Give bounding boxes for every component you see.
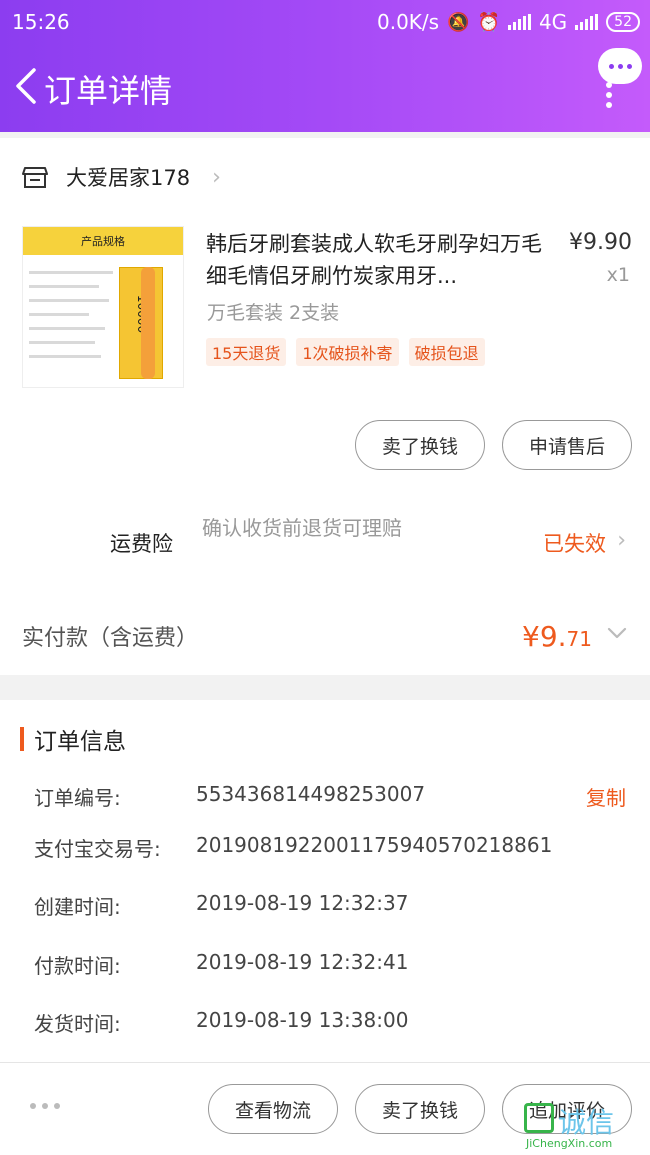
tag-damage-resend: 1次破损补寄 [296, 338, 399, 366]
insurance-desc: 确认收货前退货可理赔 [202, 516, 402, 540]
signal-icon-2 [575, 14, 599, 30]
shop-row[interactable]: 大爱居家178 › [22, 162, 221, 192]
alarm-icon: ⏰ [477, 11, 500, 33]
section-title: 订单信息 [20, 722, 126, 756]
product-image-caption: 产品规格 [81, 235, 125, 248]
alipay-number-value: 2019081922001175940570218861 [196, 833, 553, 857]
order-info-card: 订单信息 订单编号: 553436814498253007 复制 支付宝交易号:… [0, 700, 650, 1062]
insurance-status[interactable]: 已失效 [543, 528, 606, 558]
status-icons: 0.0K/s 🔕 ⏰ 4G 52 [377, 10, 640, 34]
tag-return-15d: 15天退货 [206, 338, 287, 366]
paid-amount: ¥9.71 [522, 620, 592, 653]
service-tags: 15天退货 1次破损补寄 破损包退 [206, 338, 485, 366]
watermark-text: 诚信 [558, 1106, 615, 1139]
product-spec: 万毛套装 2支装 [207, 302, 340, 324]
chevron-right-icon: › [212, 164, 221, 190]
chat-bubble-icon[interactable] [598, 48, 642, 84]
watermark-url: JiChengXin.com [526, 1137, 613, 1150]
paid-amount-cents: 71 [566, 627, 592, 651]
copy-button[interactable]: 复制 [586, 782, 626, 811]
battery-icon: 52 [606, 12, 640, 32]
status-time: 15:26 [12, 10, 70, 34]
sell-button[interactable]: 卖了换钱 [355, 420, 485, 470]
sell-button-bottom[interactable]: 卖了换钱 [355, 1084, 485, 1134]
more-actions-icon[interactable] [30, 1103, 60, 1109]
product-image[interactable]: 产品规格 10000 [22, 226, 184, 388]
paid-amount-main: ¥9. [522, 620, 567, 653]
store-icon [22, 167, 48, 188]
chevron-right-icon[interactable]: › [617, 528, 626, 553]
product-price: ¥9.90 [569, 230, 632, 255]
net-speed: 0.0K/s [377, 10, 440, 34]
product-quantity: x1 [606, 264, 630, 286]
page-title: 订单详情 [44, 72, 173, 110]
paid-label: 实付款（含运费） [22, 626, 199, 651]
header-bar: 15:26 0.0K/s 🔕 ⏰ 4G 52 订单详情 [0, 0, 650, 132]
section-accent-bar [20, 727, 24, 751]
shipped-time-value: 2019-08-19 13:38:00 [196, 1008, 409, 1032]
order-item-card: 大爱居家178 › 产品规格 10000 韩后牙刷套装成人软毛牙刷孕妇万毛细毛情… [0, 138, 650, 675]
after-sale-button[interactable]: 申请售后 [502, 420, 632, 470]
created-time-value: 2019-08-19 12:32:37 [196, 891, 409, 915]
product-title[interactable]: 韩后牙刷套装成人软毛牙刷孕妇万毛细毛情侣牙刷竹炭家用牙... [206, 228, 542, 292]
order-number-label: 订单编号: [34, 786, 121, 810]
mute-icon: 🔕 [447, 11, 470, 33]
more-options-icon[interactable] [606, 82, 612, 108]
signal-icon [507, 14, 531, 30]
paid-time-label: 付款时间: [34, 954, 121, 978]
order-info-title: 订单信息 [34, 729, 126, 755]
view-logistics-button[interactable]: 查看物流 [208, 1084, 338, 1134]
order-number-value: 553436814498253007 [196, 782, 426, 806]
paid-time-value: 2019-08-19 12:32:41 [196, 950, 409, 974]
back-arrow-icon[interactable] [12, 64, 42, 108]
network-type: 4G [538, 10, 568, 34]
created-time-label: 创建时间: [34, 895, 121, 919]
status-bar: 15:26 0.0K/s 🔕 ⏰ 4G 52 [0, 0, 650, 44]
insurance-label: 运费险 [110, 532, 173, 556]
shipped-time-label: 发货时间: [34, 1012, 121, 1036]
shop-name: 大爱居家178 [66, 166, 191, 190]
tag-damage-refund: 破损包退 [408, 338, 485, 366]
watermark-logo: 诚信 JiChengXin.com [524, 1101, 646, 1153]
chevron-down-icon[interactable] [606, 622, 628, 644]
alipay-number-label: 支付宝交易号: [34, 837, 161, 861]
